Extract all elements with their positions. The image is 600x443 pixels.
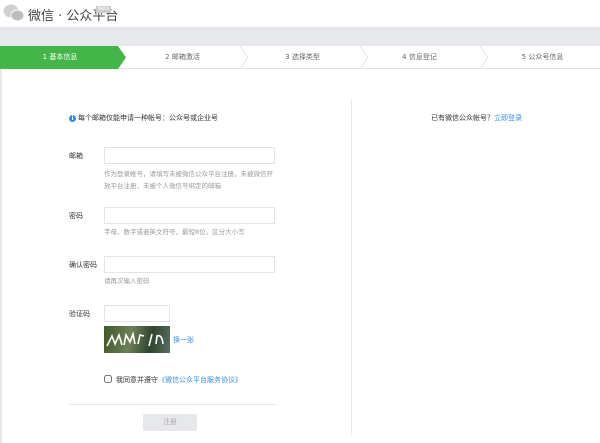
form-divider [69,404,277,405]
notice-text: 每个邮箱仅能申请一种帐号：公众号或企业号 [78,114,218,122]
password-label: 密码 [69,212,83,220]
confirm-password-hint: 请再次输入密码 [104,277,150,285]
captcha-input[interactable] [104,305,170,322]
step-1: 1 基本信息 [42,53,78,61]
step-progress: 1 基本信息 2 邮箱激活 3 选择类型 4 信息登记 5 公众号信息 [0,46,600,69]
register-button[interactable]: 注册 [143,414,197,431]
email-input[interactable] [104,147,275,164]
step-2: 2 邮箱激活 [165,53,200,61]
header: 微信 · 公众平台 beta [0,0,600,27]
notice: i 每个邮箱仅能申请一种帐号：公众号或企业号 [69,113,218,123]
email-hint: 作为登录帐号，请填写未被微信公众平台注册，未被微信开放平台注册，未被个人微信号绑… [104,170,273,190]
agree-label: 我同意并遵守 [116,376,158,384]
step-5: 5 公众号信息 [521,53,564,61]
password-hint: 字母、数字或者英文符号，最短8位，区分大小写 [104,228,245,236]
login-link[interactable]: 立即登录 [494,114,522,122]
captcha-image[interactable] [104,326,170,353]
wechat-logo-icon [3,4,25,22]
content-frame [0,69,600,443]
info-icon: i [69,114,76,122]
captcha-glyphs [106,331,164,347]
email-label: 邮箱 [69,152,83,160]
agree-checkbox[interactable] [104,375,112,383]
confirm-password-label: 确认密码 [69,261,97,269]
password-input[interactable] [104,207,275,224]
confirm-password-input[interactable] [104,256,275,273]
step-4: 4 信息登记 [402,53,437,61]
login-prompt: 已有微信公众帐号？立即登录 [431,113,522,123]
refresh-captcha-link[interactable]: 换一张 [173,335,194,345]
top-bar [0,27,600,46]
login-prompt-text: 已有微信公众帐号？ [431,114,494,122]
captcha-label: 验证码 [69,310,90,318]
vertical-divider [351,100,352,435]
step-3: 3 选择类型 [285,53,320,61]
beta-badge: beta [96,6,112,13]
agreement-link[interactable]: 《微信公众平台服务协议》 [158,376,242,384]
agree-text: 我同意并遵守《微信公众平台服务协议》 [116,375,242,385]
